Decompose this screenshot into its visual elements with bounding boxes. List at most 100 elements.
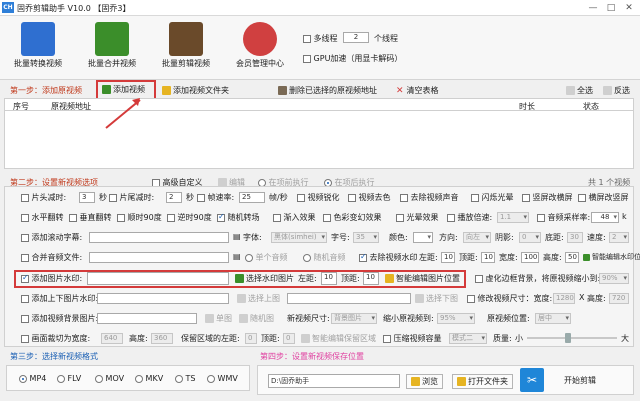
color-shift-checkbox[interactable] (323, 213, 331, 222)
shrink-select[interactable]: 95% (437, 313, 475, 324)
remove-audio-checkbox[interactable] (400, 193, 408, 202)
batch-edit-button[interactable]: 批量剪辑视频 (153, 18, 219, 78)
browse-button[interactable]: 浏览 (406, 374, 443, 389)
gpu-checkbox[interactable] (303, 54, 311, 63)
glare-checkbox[interactable] (396, 213, 404, 222)
quality-slider-thumb[interactable] (565, 333, 571, 343)
head-cut-checkbox[interactable] (21, 193, 29, 202)
wm-top-input[interactable]: 10 (481, 252, 495, 263)
scissors-icon[interactable]: ✂ (520, 368, 544, 392)
position-select[interactable]: 居中 (535, 313, 571, 324)
font-select[interactable]: 黑体(simhei) (271, 232, 327, 243)
multithread-checkbox[interactable] (303, 34, 311, 43)
invert-button[interactable]: 反选 (603, 85, 630, 96)
tail-cut-checkbox[interactable] (109, 193, 117, 202)
position-label: 原视频位置: (487, 314, 530, 323)
wm-width-input[interactable]: 100 (521, 252, 539, 263)
format-mov-radio[interactable] (95, 374, 103, 383)
random-image-button[interactable]: 随机图 (239, 313, 274, 324)
speed-select[interactable]: 1.1 (497, 212, 529, 223)
res-height-input[interactable]: 720 (609, 293, 629, 304)
rotate-cw-checkbox[interactable] (117, 213, 125, 222)
smart-crop-button[interactable]: 智能编辑保留区域 (301, 333, 376, 344)
convert-video-icon (21, 22, 55, 56)
fps-input[interactable]: 25 (239, 192, 265, 203)
new-size-select[interactable]: 背景图片 (331, 313, 377, 324)
format-flv-radio[interactable] (57, 374, 65, 383)
vertical-to-landscape-checkbox[interactable] (522, 193, 530, 202)
single-image-button[interactable]: 单图 (205, 313, 232, 324)
remove-watermark-checkbox[interactable] (359, 252, 367, 262)
blur-scale-select[interactable]: 90% (599, 273, 629, 284)
batch-merge-button[interactable]: 批量合并视频 (79, 18, 145, 78)
merge-audio-checkbox[interactable] (21, 253, 29, 262)
batch-convert-button[interactable]: 批量转换视频 (5, 18, 71, 78)
save-path-input[interactable]: D:\固乔助手 (268, 374, 400, 388)
maximize-button[interactable]: □ (604, 2, 618, 14)
start-edit-button[interactable]: 开始剪辑 (564, 375, 596, 386)
blur-background-checkbox[interactable] (475, 274, 483, 283)
tb-watermark-input[interactable] (97, 293, 229, 304)
select-all-button[interactable]: 全选 (566, 85, 593, 96)
sharpen-checkbox[interactable] (297, 193, 305, 202)
fontsize-select[interactable]: 35 (353, 232, 379, 243)
clear-table-button[interactable]: ✕ 清空表格 (396, 85, 439, 96)
shadow-select[interactable]: 0 (519, 232, 541, 243)
vflip-checkbox[interactable] (69, 213, 77, 222)
quality-slider[interactable] (527, 333, 617, 343)
open-folder-button[interactable]: 打开文件夹 (452, 374, 513, 389)
format-mp4-radio[interactable] (19, 374, 27, 383)
bg-image-checkbox[interactable] (21, 314, 29, 323)
modify-size-checkbox[interactable] (467, 294, 475, 303)
crop-checkbox[interactable] (21, 334, 29, 343)
fps-checkbox[interactable] (197, 193, 205, 202)
compress-checkbox[interactable] (383, 334, 391, 343)
format-mkv-radio[interactable] (135, 374, 143, 383)
thread-count-input[interactable]: 2 (343, 32, 369, 43)
wm-left-input[interactable]: 10 (441, 252, 455, 263)
head-cut-input[interactable]: 3 (79, 192, 95, 203)
flash-checkbox[interactable] (471, 193, 479, 202)
bg-image-input[interactable] (97, 313, 197, 324)
close-button[interactable]: ✕ (622, 2, 636, 14)
landscape-to-vertical-checkbox[interactable] (578, 193, 586, 202)
subtitle-input[interactable] (89, 232, 229, 243)
wm-height-input[interactable]: 50 (565, 252, 579, 263)
scroll-speed-select[interactable]: 2 (609, 232, 629, 243)
random-transition-checkbox[interactable] (217, 212, 225, 222)
single-audio-radio[interactable] (245, 253, 253, 262)
fade-checkbox[interactable] (273, 213, 281, 222)
format-ts-radio[interactable] (175, 374, 183, 383)
audio-file-input[interactable] (89, 252, 229, 263)
subtitle-checkbox[interactable] (21, 233, 29, 242)
res-width-input[interactable]: 1280 (553, 293, 575, 304)
keep-top-input[interactable]: 0 (283, 333, 295, 344)
hflip-checkbox[interactable] (21, 213, 29, 222)
format-wmv-radio[interactable] (207, 374, 215, 383)
batch-merge-label: 批量合并视频 (88, 59, 136, 68)
delete-selected-button[interactable]: 删除已选择的原视频地址 (278, 85, 377, 96)
samplerate-select[interactable]: 48 (591, 212, 619, 223)
keep-left-input[interactable]: 0 (245, 333, 257, 344)
tail-cut-input[interactable]: 2 (166, 192, 182, 203)
choose-top-button[interactable]: 选择上图 (237, 293, 280, 304)
bottom-input[interactable]: 30 (567, 232, 583, 243)
samplerate-checkbox[interactable] (537, 213, 545, 222)
choose-bottom-button[interactable]: 选择下图 (415, 293, 458, 304)
direction-select[interactable]: 向左 (463, 232, 491, 243)
compress-mode-select[interactable]: 模式二 (449, 333, 487, 344)
smart-watermark-button[interactable]: 智能编辑水印位置 (583, 252, 640, 262)
bottom-image-input[interactable] (287, 293, 411, 304)
crop-height-input[interactable]: 360 (151, 333, 173, 344)
add-folder-button[interactable]: 添加视频文件夹 (162, 85, 229, 96)
crop-width-input[interactable]: 640 (101, 333, 123, 344)
member-center-button[interactable]: 会员管理中心 (227, 18, 293, 78)
rotate-ccw-checkbox[interactable] (167, 213, 175, 222)
minimize-button[interactable]: — (586, 2, 600, 14)
decolor-checkbox[interactable] (348, 193, 356, 202)
scroll-speed-label: 速度: (587, 233, 606, 242)
speed-checkbox[interactable] (447, 213, 455, 222)
tb-watermark-checkbox[interactable] (21, 294, 29, 303)
color-picker[interactable] (413, 232, 433, 243)
random-audio-radio[interactable] (303, 253, 311, 262)
